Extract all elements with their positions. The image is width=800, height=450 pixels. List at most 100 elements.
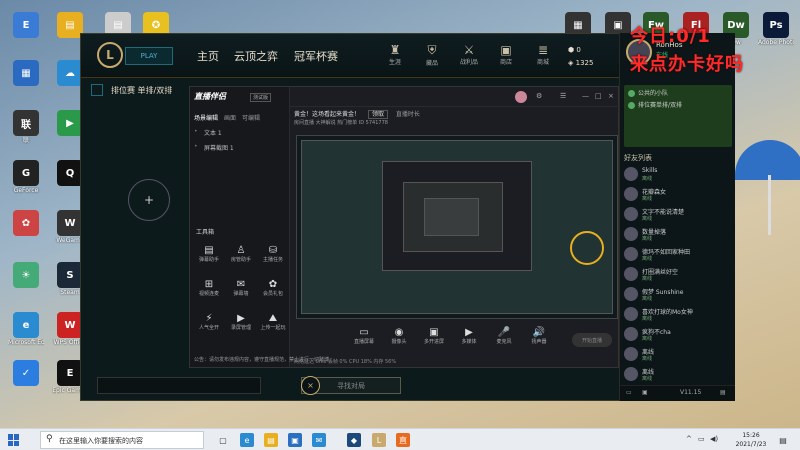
friend-row[interactable]: 离线 离线 [624,365,732,385]
scene-tab[interactable]: 画面 [224,115,236,122]
search-placeholder: 在这里输入你要搜索的内容 [59,437,143,445]
desktop-shortcut[interactable]: eMicrosoft Edge [8,312,44,346]
tool-icon: ⛰ [268,313,278,324]
volume-icon[interactable]: ◀) [710,435,718,443]
source-button[interactable]: ◉ 摄像头 [385,327,413,345]
toolbox-item[interactable]: ⛰ 上传一起玩 [258,313,288,331]
friend-avatar [624,327,638,341]
toolbox-item[interactable]: ✿ 会员礼包 [258,279,288,297]
app-icon: 联 [13,110,39,136]
friend-row[interactable]: 打圈满丝好空 离线 [624,265,732,285]
overlay-request: 来点办卡好吗 [630,54,744,75]
source-button[interactable]: ▶ 多媒体 [455,327,483,345]
client-nav-icon[interactable]: ▣ 商店 [491,43,521,66]
toolbox-item[interactable]: ⛁ 主播任务 [258,245,288,263]
minimize-icon[interactable]: — [582,92,589,100]
nested-preview-3 [403,182,503,252]
league-taskbar-icon[interactable]: L [372,433,386,447]
nav-tft[interactable]: 云顶之弈 [234,48,278,64]
windows-start-icon[interactable] [8,434,20,446]
nav-glyph-icon: ⛨ [427,43,437,57]
desktop-shortcut[interactable]: ✿ [8,210,44,237]
maximize-icon[interactable]: □ [595,92,602,100]
lobby-chat-input[interactable] [97,377,261,394]
friend-avatar [624,367,638,381]
cancel-match-icon[interactable]: × [301,376,320,395]
friend-row[interactable]: 德玛不如回家种田 离线 [624,245,732,265]
friend-row[interactable]: 假梦 Sunshine 离线 [624,285,732,305]
app-taskbar-icon[interactable]: ◆ [347,433,361,447]
friend-status: 离线 [642,296,653,302]
mission-icon[interactable]: ▣ [642,389,648,396]
nav-clash[interactable]: 冠军杯赛 [294,48,338,64]
desktop-shortcut[interactable]: PsAdobe Photoshop [758,12,794,46]
desktop-shortcut[interactable]: 联联 [8,110,44,144]
help-icon[interactable]: ▤ [720,389,726,396]
streaming-taskbar-icon[interactable]: 直 [396,433,410,447]
friend-status: 离线 [642,376,653,382]
invite-plus-button[interactable]: + [128,179,170,221]
friend-row[interactable]: 数量掉落 离线 [624,225,732,245]
toolbox-item[interactable]: ▶ 录屏管理 [226,313,256,331]
file-explorer-icon[interactable]: ▤ [264,433,278,447]
league-logo-icon[interactable]: L [97,42,123,68]
desktop-shortcut[interactable]: ☀ [8,262,44,289]
chat-icon[interactable]: ▭ [626,389,632,396]
friend-row[interactable]: 疯狗不cha 离线 [624,325,732,345]
desktop-shortcut[interactable]: ✓ [8,360,44,387]
friend-row[interactable]: 离线 离线 [624,345,732,365]
clock-time: 15:26 [742,432,760,439]
toolbox-item[interactable]: ⊞ 视频连麦 [194,279,224,297]
stream-stats: 网络延迟 0ms 丢帧 0% CPU 18% 内存 56% [294,359,397,365]
source-button[interactable]: 🔊 扬声器 [525,327,553,345]
desktop-shortcut[interactable]: G GeForce [8,160,44,194]
start-live-button[interactable]: 开始直播 [572,333,612,347]
toolbox-item[interactable]: ♙ 房管助手 [226,245,256,263]
friend-row[interactable]: 花瓣森女 离线 [624,185,732,205]
close-icon[interactable]: × [608,92,614,100]
client-nav-icon[interactable]: ⚔ 战利品 [454,43,484,66]
toolbox-item[interactable]: ▤ 弹幕助手 [194,245,224,263]
nav-home[interactable]: 主页 [197,48,219,64]
desktop-shortcut[interactable]: ▦ [8,60,44,87]
friend-row[interactable]: 喜欢打球的Mo女神 离线 [624,305,732,325]
app-icon: Ps [763,12,789,38]
play-button[interactable]: PLAY [125,47,173,65]
source-label: 多开进屏 [423,339,444,345]
claim-button[interactable]: 领取 [367,110,388,119]
mail-icon[interactable]: ✉ [312,433,326,447]
tray-chevron-icon[interactable]: ^ [686,435,692,443]
scene-tab[interactable]: 可编辑 [242,115,260,122]
edge-taskbar-icon[interactable]: e [240,433,254,447]
settings-icon[interactable]: ⚙ [536,92,542,100]
scene-tab[interactable]: 场景编辑 [194,115,218,122]
stream-preview[interactable] [296,135,618,319]
client-nav-icon[interactable]: ⛨ 藏品 [417,43,447,67]
user-avatar[interactable] [515,91,527,103]
friend-row[interactable]: 文字不能说清楚 离线 [624,205,732,225]
toolbox-item[interactable]: ✉ 弹幕墙 [226,279,256,297]
source-button[interactable]: 🎤 麦克风 [490,327,518,345]
taskbar-clock[interactable]: 15:26 2021/7/23 [731,431,771,449]
notification-icon[interactable]: ▤ [776,433,790,447]
taskbar-search[interactable]: ⚲ 在这里输入你要搜索的内容 [40,431,204,449]
desktop-shortcut[interactable]: E [8,12,44,39]
app-icon: ✓ [13,360,39,386]
scene-item[interactable]: 文本 1 [194,128,286,137]
tool-label: 弹幕助手 [198,257,219,263]
store-icon[interactable]: ▣ [288,433,302,447]
source-button[interactable]: ▣ 多开进屏 [420,327,448,345]
friend-row[interactable]: Skills 离线 [624,165,732,185]
task-view-icon[interactable]: ▢ [216,433,230,447]
app-icon: ☀ [13,262,39,288]
skin-icon[interactable]: ☰ [560,92,566,100]
tool-label: 房管助手 [230,257,251,263]
scene-item[interactable]: 屏幕截图 1 [194,143,286,152]
client-nav-icon[interactable]: ≣ 商城 [528,43,558,66]
source-button[interactable]: ▭ 直播屏幕 [350,327,378,345]
shortcut-label: 联 [22,137,29,144]
client-nav-icon[interactable]: ♜ 生涯 [380,43,410,66]
friend-status: 离线 [642,176,653,182]
toolbox-item[interactable]: ⚡ 人气全开 [194,313,224,331]
network-icon[interactable]: ▭ [698,435,705,443]
